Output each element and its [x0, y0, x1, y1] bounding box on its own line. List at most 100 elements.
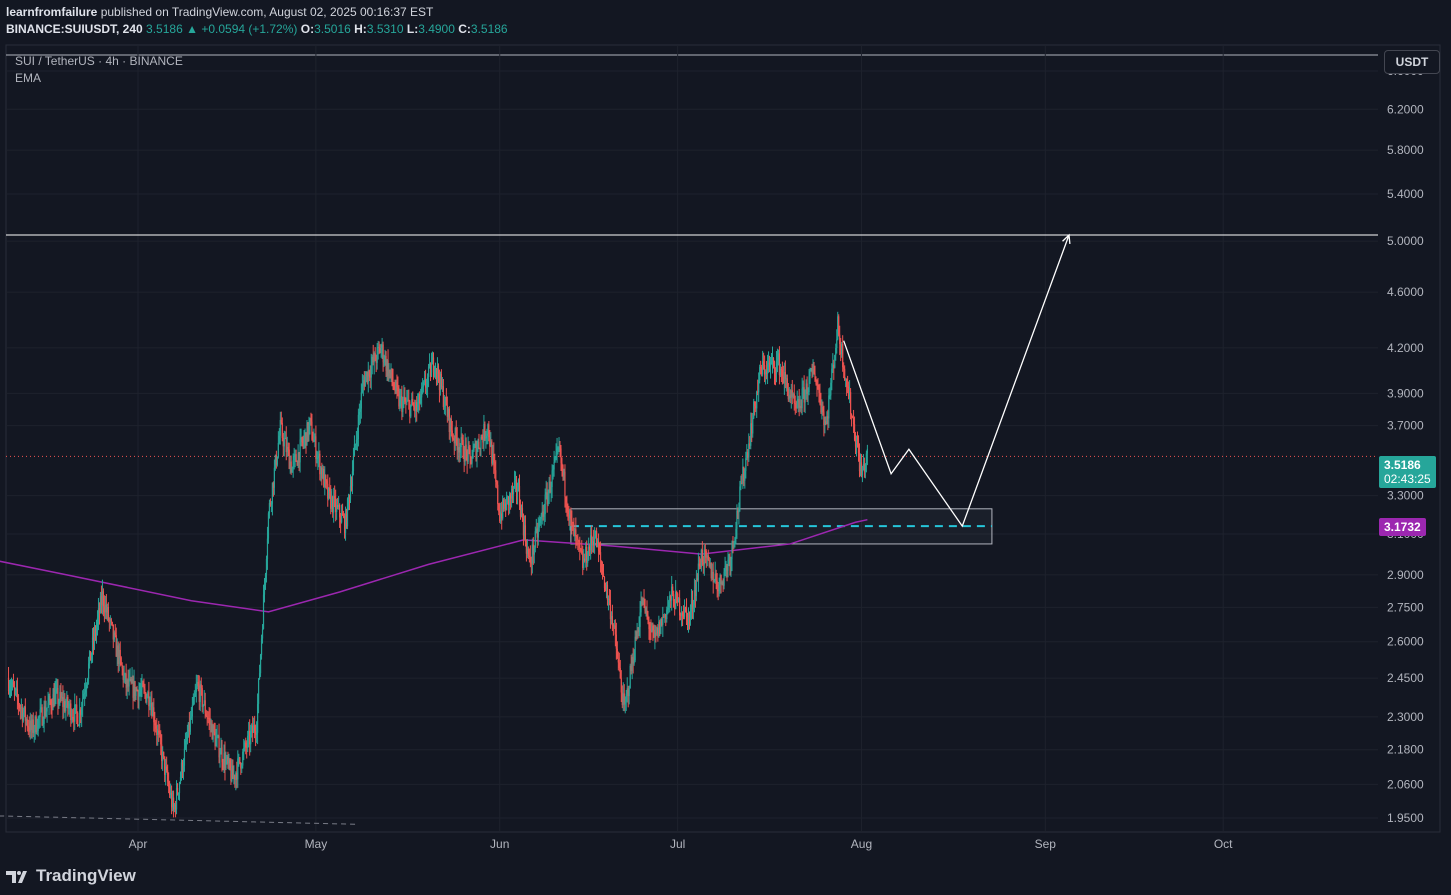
candle-body — [205, 713, 207, 717]
candle-body — [399, 396, 401, 407]
projection-path[interactable] — [843, 233, 1071, 528]
candle-body — [598, 550, 601, 553]
candle-body — [599, 552, 602, 561]
candle-body — [828, 395, 830, 419]
candle-body — [814, 373, 816, 382]
candle-body — [356, 439, 359, 440]
candle-body — [533, 547, 535, 555]
candle-body — [730, 559, 732, 568]
candle-body — [215, 738, 217, 747]
candle-body — [114, 632, 116, 636]
candle-body — [364, 376, 366, 387]
candle-body — [417, 403, 419, 411]
candle-body — [256, 703, 259, 733]
y-tick-label: 6.2000 — [1387, 102, 1424, 116]
currency-button[interactable]: USDT — [1384, 50, 1440, 74]
candle-body — [734, 537, 736, 544]
candle-body — [87, 663, 90, 679]
candle-body — [473, 446, 475, 450]
candle-body — [47, 703, 49, 708]
candle-body — [404, 396, 406, 402]
candle-body — [813, 369, 815, 374]
y-tick-label: 2.1800 — [1387, 743, 1424, 757]
candle-body — [194, 692, 196, 697]
candle-body — [839, 334, 841, 344]
candle-body — [17, 698, 20, 705]
candle-body — [402, 400, 404, 412]
candle-body — [317, 456, 319, 459]
candle-body — [646, 610, 648, 616]
candle-body — [864, 463, 867, 472]
tradingview-logo[interactable]: TradingView — [6, 866, 136, 886]
candle-body — [334, 495, 336, 498]
candle-body — [518, 485, 521, 506]
candle-body — [638, 626, 640, 633]
chart-legend-indicator[interactable]: EMA — [15, 71, 41, 85]
candle-body — [299, 439, 301, 463]
candle-body — [186, 736, 189, 741]
candle-body — [204, 700, 206, 714]
tradingview-logo-icon — [6, 870, 27, 883]
x-tick-label: Jul — [670, 837, 685, 851]
candle-body — [639, 612, 641, 627]
candle-body — [497, 484, 499, 505]
candle-body — [9, 688, 12, 690]
candle-body — [614, 625, 616, 635]
y-tick-label: 3.3000 — [1387, 489, 1424, 503]
candle-body — [766, 363, 769, 375]
candle-body — [601, 567, 604, 574]
candle-body — [396, 382, 398, 388]
x-tick-label: Oct — [1214, 837, 1233, 851]
candle-body — [291, 467, 293, 473]
candle-body — [844, 368, 846, 381]
candle-body — [628, 688, 630, 697]
candle-body — [10, 685, 13, 689]
candle-body — [432, 357, 435, 373]
candle-body — [865, 453, 868, 464]
candle-body — [703, 549, 705, 565]
candle-body — [834, 355, 836, 368]
time-axis[interactable]: Apr May Jun Jul Aug Sep Oct — [129, 837, 1234, 851]
candle-body — [341, 513, 344, 516]
candle-body — [775, 360, 778, 374]
candle-body — [763, 361, 765, 366]
candle-body — [422, 386, 424, 388]
candle-body — [443, 406, 445, 407]
candle-body — [316, 458, 318, 460]
candle-body — [256, 732, 258, 735]
y-tick-label: 3.9000 — [1387, 386, 1424, 400]
candle-body — [739, 486, 741, 509]
candle-body — [425, 386, 428, 388]
candle-body — [850, 414, 853, 418]
candle-body — [301, 437, 303, 443]
candle-body — [237, 758, 239, 780]
trendline[interactable] — [0, 815, 358, 825]
candle-body — [46, 707, 48, 712]
candle-body — [571, 519, 573, 523]
candle-body — [712, 571, 714, 583]
x-tick-label: Apr — [129, 837, 148, 851]
candle-body — [260, 638, 263, 655]
candle-body — [498, 504, 500, 512]
candle-body — [270, 503, 273, 505]
candle-body — [154, 722, 156, 726]
candle-body — [437, 365, 440, 379]
candle-body — [120, 657, 122, 665]
candle-body — [146, 697, 148, 703]
candle-body — [830, 382, 832, 396]
candle-body — [540, 514, 542, 519]
candle-body — [423, 381, 425, 387]
candle-body — [397, 387, 399, 392]
price-chart[interactable]: 6.60006.20005.80005.40005.00004.60004.20… — [0, 0, 1451, 895]
horizontal-levels[interactable] — [6, 234, 1378, 457]
candle-body — [580, 548, 582, 551]
candle-body — [577, 537, 579, 540]
candle-body — [119, 649, 121, 658]
candle-body — [425, 379, 427, 388]
candle-body — [111, 621, 113, 625]
support-zone[interactable] — [570, 508, 993, 545]
candle-body — [718, 584, 720, 592]
candle-body — [564, 471, 566, 497]
price-axis[interactable]: 6.60006.20005.80005.40005.00004.60004.20… — [1387, 64, 1424, 825]
candle-body — [102, 591, 105, 607]
